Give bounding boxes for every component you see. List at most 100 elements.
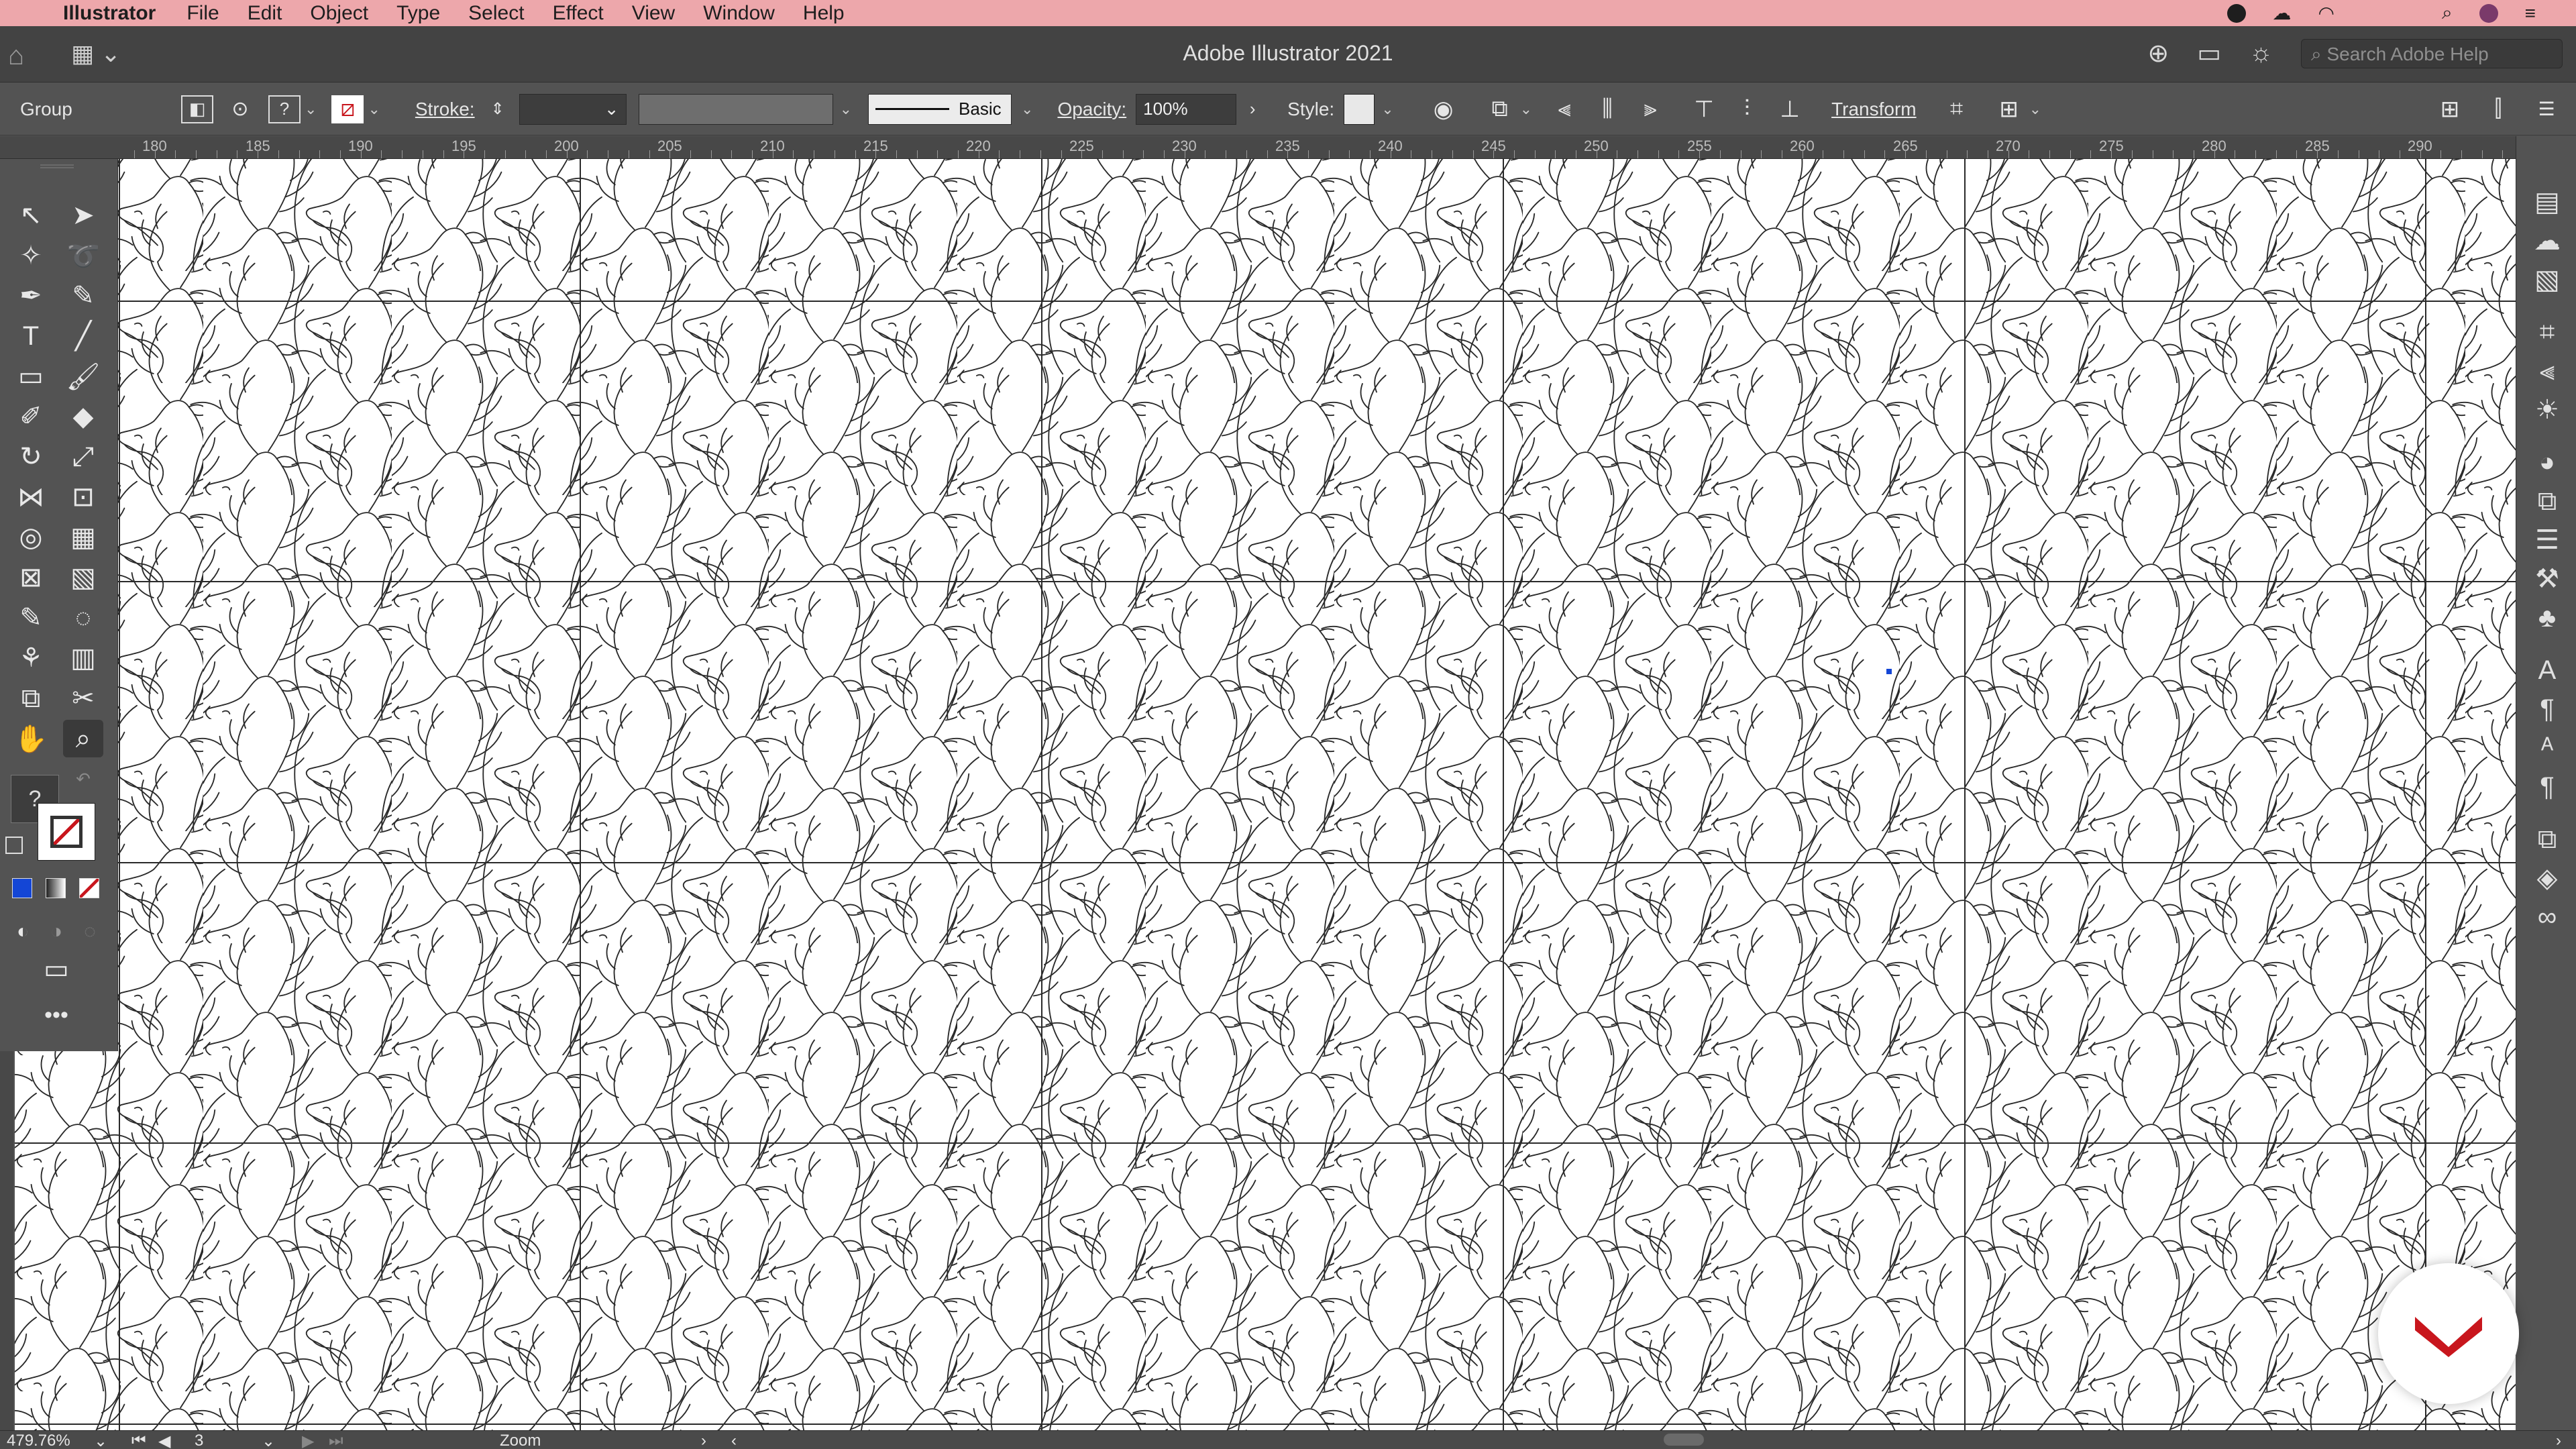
isolation-dropdown-icon[interactable]: ⌄ <box>2029 101 2041 118</box>
deer-pattern-artwork[interactable] <box>15 159 2516 1430</box>
lightbulb-icon[interactable]: ☼ <box>2249 39 2273 68</box>
transform-panel-icon[interactable]: ⌗ <box>2528 313 2566 351</box>
menu-effect[interactable]: Effect <box>553 2 604 25</box>
brush-definition-field[interactable]: Basic <box>868 93 1012 125</box>
control-center-icon[interactable]: ≡ <box>2525 3 2536 24</box>
wifi-icon[interactable]: ◠ <box>2318 2 2334 24</box>
menu-edit[interactable]: Edit <box>248 2 282 25</box>
line-segment-tool-icon[interactable]: ╱ <box>63 317 103 355</box>
align-to-icon[interactable]: ⧉ <box>1484 93 1516 125</box>
magic-wand-tool-icon[interactable]: ✧ <box>11 237 51 274</box>
align-to-dropdown-icon[interactable]: ⌄ <box>1520 101 1532 118</box>
variable-width-profile-field[interactable] <box>638 93 833 125</box>
pen-tool-icon[interactable]: ✒ <box>11 277 51 315</box>
spotlight-search-icon[interactable]: ⌕ <box>2442 2 2453 24</box>
symbols-panel-icon[interactable]: ♣ <box>2528 599 2566 637</box>
brush-dropdown-icon[interactable]: ⌄ <box>1021 101 1033 118</box>
zoom-dropdown-icon[interactable]: ⌄ <box>94 1432 107 1449</box>
paragraph-panel-icon[interactable]: ¶ <box>2528 690 2566 728</box>
artboard-dropdown-icon[interactable]: ⌄ <box>262 1432 275 1449</box>
gradient-panel-icon[interactable]: ▧ <box>2528 261 2566 299</box>
shape-builder-tool-icon[interactable]: ◎ <box>11 519 51 556</box>
control-bar-menu-icon[interactable]: ☰ <box>2530 93 2563 125</box>
stroke-color-icon[interactable] <box>38 803 95 861</box>
selected-anchor-point[interactable] <box>1886 669 1892 674</box>
links-panel-icon[interactable]: ∞ <box>2528 898 2566 936</box>
menu-app-name[interactable]: Illustrator <box>63 2 156 25</box>
menu-help[interactable]: Help <box>803 2 845 25</box>
direct-selection-tool-icon[interactable]: ➤ <box>63 197 103 234</box>
stroke-weight-field[interactable]: ⌄ <box>519 93 627 125</box>
align-vertical-center-icon[interactable]: ⫶ <box>1731 93 1763 125</box>
artboard-tool-icon[interactable]: ⧉ <box>11 680 51 717</box>
perspective-grid-tool-icon[interactable]: ▦ <box>63 519 103 556</box>
color-mode-icon[interactable] <box>12 878 32 898</box>
color-panel-icon[interactable]: ◕ <box>2528 443 2566 481</box>
search-help-input[interactable]: ⌕ Search Adobe Help <box>2301 38 2563 68</box>
panel-menu-icon[interactable]: ⫿ <box>2482 93 2514 125</box>
align-right-icon[interactable]: ⫸ <box>1634 93 1666 125</box>
menu-type[interactable]: Type <box>396 2 440 25</box>
libraries-panel-icon[interactable]: ☁ <box>2528 222 2566 260</box>
hand-tool-icon[interactable]: ✋ <box>11 720 51 757</box>
siri-icon[interactable] <box>2479 3 2498 23</box>
opacity-expand-icon[interactable]: › <box>1236 93 1269 125</box>
pathfinder-panel-icon[interactable]: ☀ <box>2528 391 2566 429</box>
paintbrush-tool-icon[interactable]: 🖌 <box>63 358 103 395</box>
stroke-color-dropdown-icon[interactable]: ⌄ <box>368 101 380 118</box>
fill-swatch-icon[interactable]: ? <box>268 95 301 123</box>
none-mode-icon[interactable] <box>79 878 99 898</box>
stroke-label[interactable]: Stroke: <box>415 99 475 120</box>
blend-tool-icon[interactable]: ◌ <box>63 599 103 637</box>
menu-select[interactable]: Select <box>468 2 524 25</box>
record-icon[interactable] <box>2226 3 2246 23</box>
align-bottom-icon[interactable]: ⊥ <box>1774 93 1806 125</box>
draw-inside-icon[interactable]: ◌ <box>70 913 110 951</box>
gradient-tool-icon[interactable]: ▧ <box>63 559 103 596</box>
shaper-tool-icon[interactable]: ✐ <box>11 398 51 435</box>
menu-object[interactable]: Object <box>310 2 368 25</box>
status-menu-icon[interactable]: › <box>701 1432 706 1449</box>
toolbar-grip[interactable] <box>40 164 74 168</box>
creative-cloud-icon[interactable]: ☁ <box>2273 2 2292 24</box>
scroll-right-icon[interactable]: › <box>2556 1432 2561 1449</box>
isolate-group-icon[interactable]: ◧ <box>181 95 213 123</box>
align-panel-icon[interactable]: ⫷ <box>2528 352 2566 390</box>
arrange-documents-icon[interactable]: ▭ <box>2197 38 2221 68</box>
stroke-weight-dropdown-icon[interactable]: ⌄ <box>604 99 619 119</box>
isolation-mode-icon[interactable]: ⊞ <box>1993 93 2025 125</box>
type-tool-icon[interactable]: T <box>11 317 51 355</box>
stroke-panel-icon[interactable]: ☰ <box>2528 521 2566 559</box>
align-top-icon[interactable]: ⊤ <box>1688 93 1720 125</box>
menu-view[interactable]: View <box>632 2 675 25</box>
character-panel-icon[interactable]: A <box>2528 651 2566 689</box>
width-tool-icon[interactable]: ⋈ <box>11 478 51 516</box>
recolor-artwork-icon[interactable]: ◉ <box>1428 93 1460 125</box>
rectangle-tool-icon[interactable]: ▭ <box>11 358 51 395</box>
artboard-number-field[interactable]: 3 <box>195 1432 203 1449</box>
zoom-tool-icon[interactable]: ⌕ <box>63 720 103 757</box>
first-artboard-icon[interactable]: ⏮ <box>131 1432 146 1449</box>
default-fill-stroke-icon[interactable] <box>5 837 23 854</box>
edit-toolbar-icon[interactable]: ••• <box>36 996 76 1034</box>
brushes-panel-icon[interactable]: ⚒ <box>2528 560 2566 598</box>
eraser-tool-icon[interactable]: ◆ <box>63 398 103 435</box>
scroll-left-icon[interactable]: ‹ <box>731 1432 737 1449</box>
artboards-panel-icon[interactable]: ⧉ <box>2528 820 2566 858</box>
stroke-swatch-icon[interactable]: ⧄ <box>331 95 364 123</box>
fill-dropdown-icon[interactable]: ⌄ <box>305 101 317 118</box>
menu-file[interactable]: File <box>186 2 219 25</box>
graphic-style-dropdown-icon[interactable]: ⌄ <box>1381 101 1393 118</box>
properties-panel-icon[interactable]: ▤ <box>2528 183 2566 221</box>
opacity-label[interactable]: Opacity: <box>1057 99 1126 120</box>
previous-artboard-icon[interactable]: ◀ <box>158 1432 170 1449</box>
change-screen-mode-icon[interactable]: ▭ <box>36 951 76 988</box>
swap-fill-stroke-icon[interactable]: ↶ <box>63 760 103 798</box>
menu-window[interactable]: Window <box>703 2 775 25</box>
share-icon[interactable]: ⊕ <box>2147 38 2169 68</box>
last-artboard-icon[interactable]: ⏭ <box>329 1432 343 1449</box>
symbol-sprayer-tool-icon[interactable]: ⚘ <box>11 639 51 677</box>
selection-tool-icon[interactable]: ↖ <box>11 197 51 234</box>
graphic-style-swatch[interactable] <box>1344 93 1375 125</box>
swatches-panel-icon[interactable]: ⧉ <box>2528 482 2566 520</box>
